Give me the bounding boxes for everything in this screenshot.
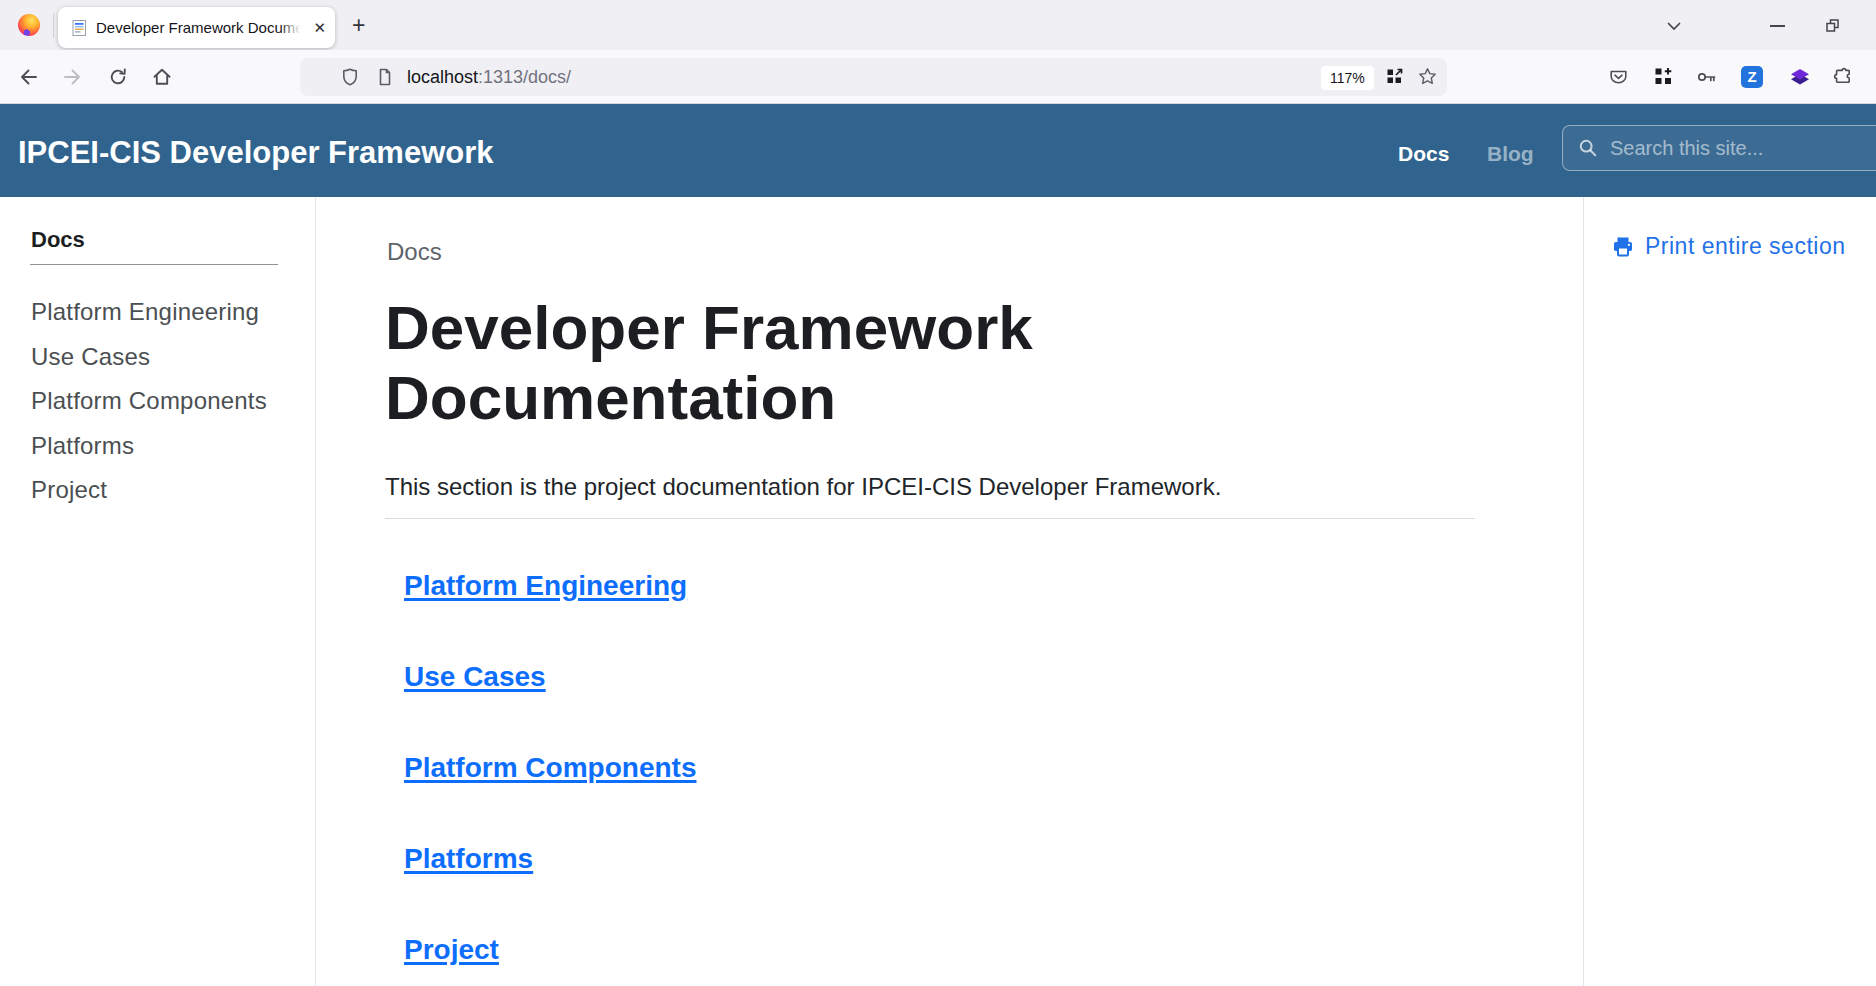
sidebar-item[interactable]: Platforms (31, 424, 267, 469)
pocket-icon[interactable] (1608, 67, 1629, 88)
tab-close-icon[interactable]: ✕ (313, 20, 326, 35)
tab-separator (53, 13, 54, 38)
reload-button[interactable] (107, 66, 129, 88)
toc-divider (1583, 197, 1584, 986)
list-tabs-chevron-icon[interactable] (1666, 18, 1682, 34)
container-grid-icon[interactable] (1386, 68, 1403, 85)
forward-button[interactable] (62, 66, 84, 88)
new-tab-button[interactable]: + (352, 14, 365, 36)
firefox-logo-icon[interactable] (18, 14, 40, 36)
sidebar-nav: Platform EngineeringUse CasesPlatform Co… (31, 290, 267, 513)
tab-title: Developer Framework Documentation (96, 19, 304, 36)
print-section-link[interactable]: Print entire section (1612, 233, 1845, 260)
sidebar-item[interactable]: Platform Components (31, 379, 267, 424)
section-link[interactable]: Platform Components (404, 748, 696, 788)
url-text[interactable]: localhost:1313/docs/ (407, 66, 571, 88)
print-section-label: Print entire section (1645, 233, 1845, 260)
layers-extension-icon[interactable] (1789, 66, 1811, 88)
nav-blog-link[interactable]: Blog (1487, 141, 1534, 167)
extensions-puzzle-icon[interactable] (1833, 67, 1853, 87)
sidebar-item[interactable]: Platform Engineering (31, 290, 267, 335)
sidebar-heading[interactable]: Docs (31, 226, 85, 254)
window-minimize-button[interactable] (1770, 25, 1785, 27)
back-button[interactable] (17, 66, 39, 88)
sidebar-item[interactable]: Use Cases (31, 335, 267, 380)
intro-paragraph: This section is the project documentatio… (385, 472, 1221, 501)
home-button[interactable] (151, 66, 173, 88)
search-icon (1578, 138, 1598, 158)
section-link[interactable]: Use Cases (404, 657, 696, 697)
tracking-shield-icon[interactable] (340, 67, 360, 87)
sidebar-rule (30, 264, 278, 265)
page-title: Developer Framework Documentation (385, 293, 1285, 433)
sidebar-divider (315, 197, 316, 986)
section-link[interactable]: Platform Engineering (404, 566, 696, 606)
favicon-icon (72, 20, 87, 36)
browser-tab[interactable]: Developer Framework Documentation ✕ (58, 7, 335, 48)
section-link[interactable]: Project (404, 930, 696, 970)
fragments-extension-icon[interactable] (1654, 67, 1673, 86)
content-divider (385, 518, 1475, 519)
passwords-key-icon[interactable] (1697, 68, 1717, 86)
sidebar-item[interactable]: Project (31, 468, 267, 513)
search-input[interactable] (1610, 137, 1870, 160)
site-search[interactable] (1562, 125, 1876, 171)
zotero-extension-icon[interactable]: Z (1741, 66, 1763, 88)
bookmark-star-icon[interactable] (1418, 67, 1437, 86)
page-info-icon[interactable] (375, 67, 395, 87)
printer-icon (1612, 236, 1634, 258)
window-restore-button[interactable] (1824, 17, 1841, 34)
breadcrumb[interactable]: Docs (387, 238, 442, 266)
nav-docs-link[interactable]: Docs (1398, 141, 1449, 167)
site-title[interactable]: IPCEI-CIS Developer Framework (18, 134, 494, 172)
section-list: Platform Engineering Use Cases Platform Co… (404, 566, 696, 986)
section-link[interactable]: Platforms (404, 839, 696, 879)
zoom-indicator[interactable]: 117% (1321, 66, 1374, 90)
